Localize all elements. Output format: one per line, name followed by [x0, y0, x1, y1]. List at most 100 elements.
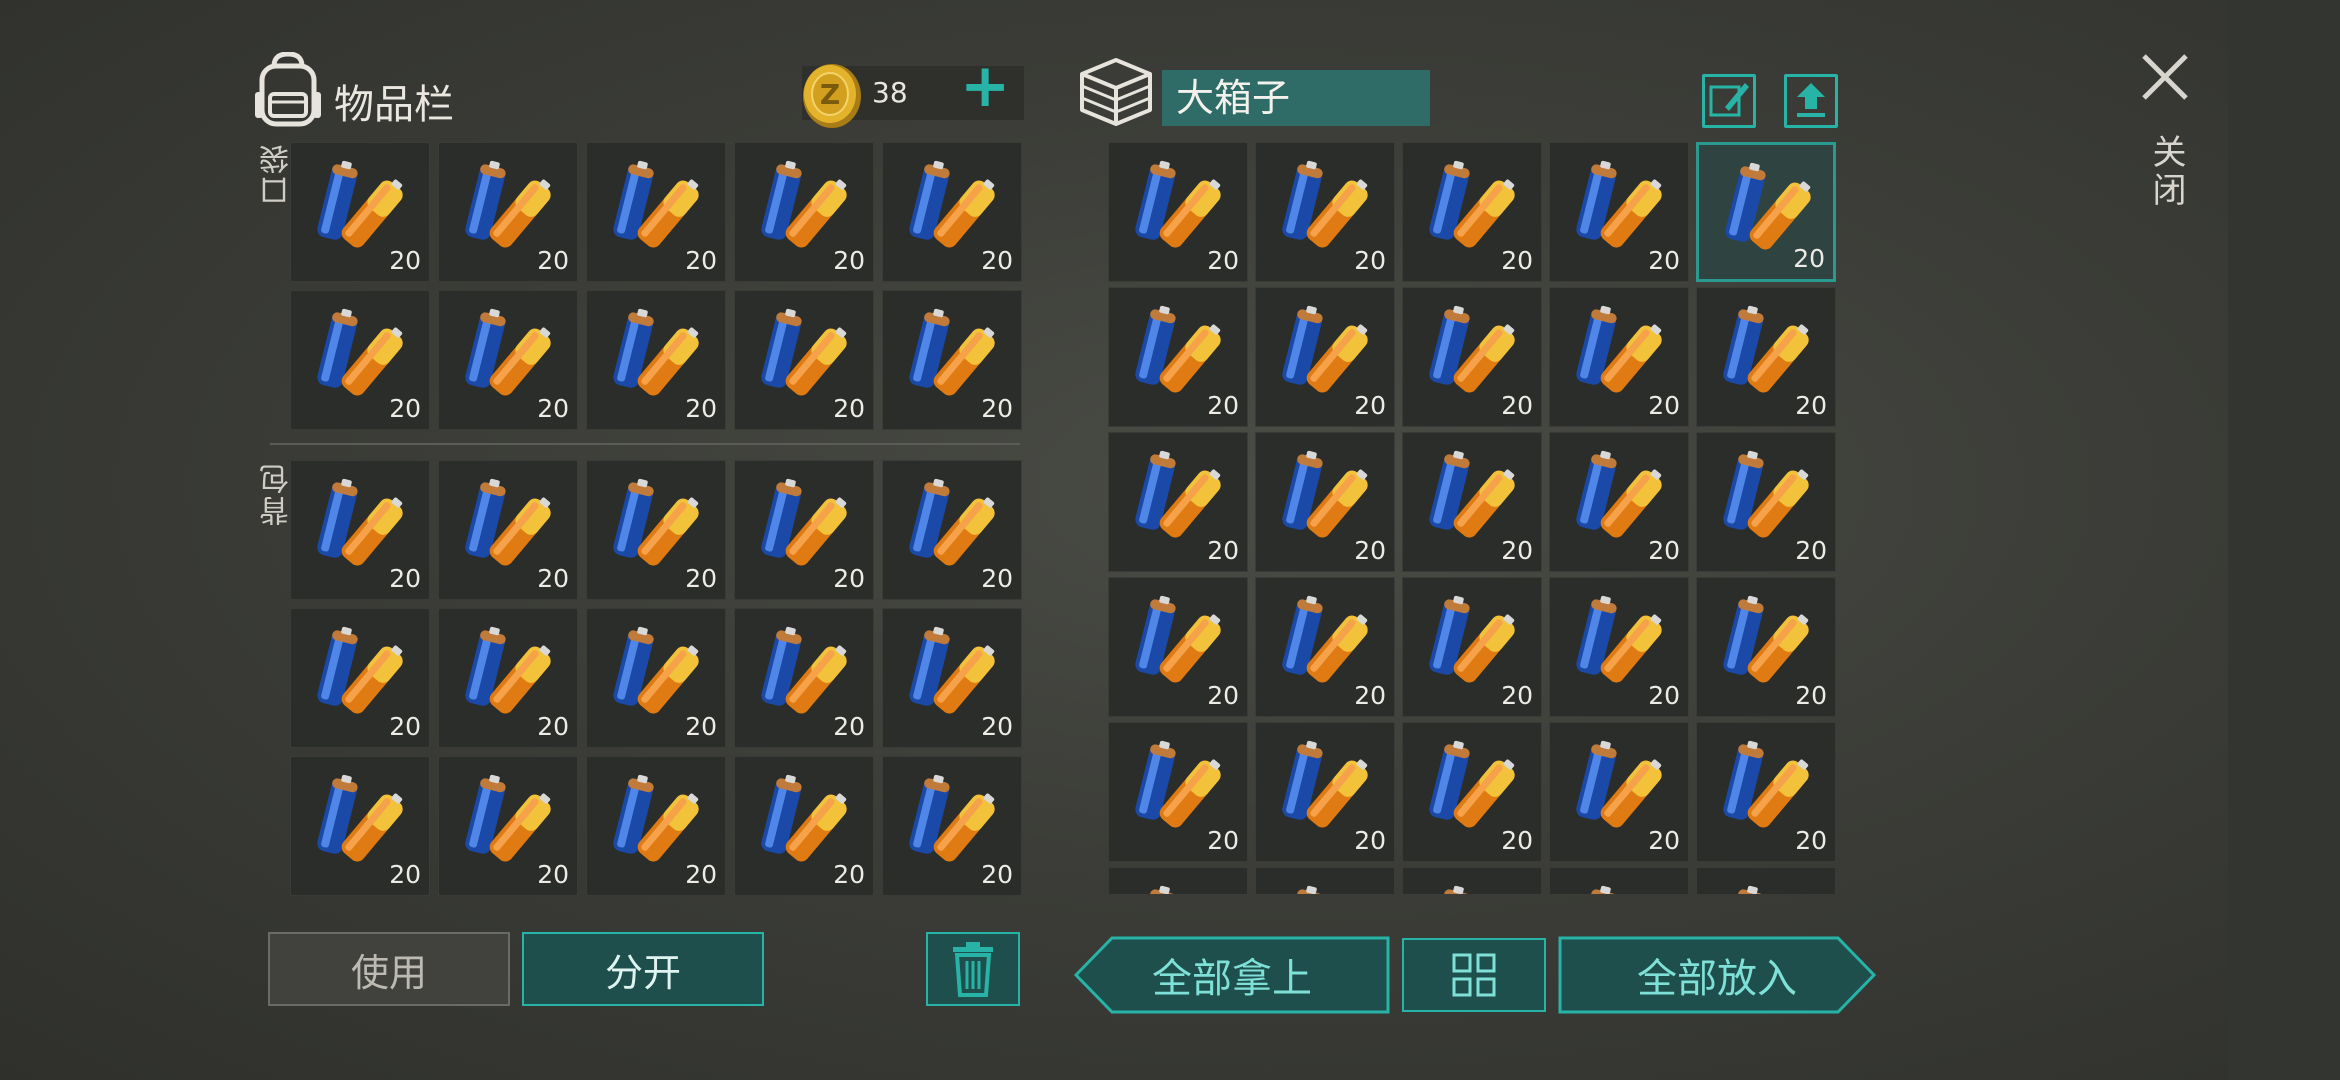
item-slot[interactable]: 20 [586, 460, 726, 600]
item-slot[interactable]: 20 [438, 142, 578, 282]
item-slot[interactable]: 20 [1255, 577, 1395, 717]
item-slot[interactable]: 20 [586, 290, 726, 430]
item-slot[interactable]: 20 [1402, 432, 1542, 572]
item-slot[interactable]: 20 [734, 142, 874, 282]
stack-count: 20 [685, 564, 717, 593]
item-slot[interactable]: 20 [734, 290, 874, 430]
stack-count: 20 [537, 394, 569, 423]
item-slot[interactable] [1549, 867, 1689, 894]
battery-item-icon [317, 626, 403, 714]
item-slot[interactable]: 20 [438, 608, 578, 748]
put-all-button[interactable]: 全部放入 [1558, 936, 1876, 1014]
stack-count: 20 [537, 712, 569, 741]
battery-item-icon [1429, 595, 1515, 683]
close-label[interactable]: 关闭 [2142, 134, 2191, 210]
close-icon[interactable] [2140, 52, 2190, 102]
stack-count: 20 [1501, 391, 1533, 420]
stack-count: 20 [537, 860, 569, 889]
container-name-field[interactable]: 大箱子 [1162, 70, 1430, 126]
trash-button[interactable] [926, 932, 1020, 1006]
battery-item-icon [909, 774, 995, 862]
item-slot[interactable] [1255, 867, 1395, 894]
item-slot[interactable]: 20 [882, 142, 1022, 282]
item-slot[interactable]: 20 [1108, 432, 1248, 572]
battery-item-icon [761, 160, 847, 248]
battery-item-icon [1723, 305, 1809, 393]
rename-button[interactable] [1702, 74, 1756, 128]
item-slot[interactable]: 20 [882, 290, 1022, 430]
item-slot[interactable]: 20 [1402, 142, 1542, 282]
item-slot[interactable]: 20 [1696, 432, 1836, 572]
item-slot[interactable]: 20 [290, 460, 430, 600]
stack-count: 20 [537, 564, 569, 593]
item-slot[interactable]: 20 [882, 756, 1022, 896]
item-slot[interactable]: 20 [290, 608, 430, 748]
item-slot[interactable]: 20 [438, 756, 578, 896]
battery-item-icon [613, 626, 699, 714]
item-slot[interactable]: 20 [290, 290, 430, 430]
item-slot[interactable]: 20 [1108, 287, 1248, 427]
take-all-button[interactable]: 全部拿上 [1074, 936, 1390, 1014]
item-slot[interactable]: 20 [1402, 722, 1542, 862]
stack-count: 20 [389, 860, 421, 889]
battery-item-icon [1135, 450, 1221, 538]
battery-item-icon [1576, 305, 1662, 393]
item-slot[interactable]: 20 [1255, 432, 1395, 572]
battery-item-icon [909, 478, 995, 566]
item-slot[interactable]: 20 [1255, 142, 1395, 282]
item-slot[interactable]: 20 [734, 608, 874, 748]
stack-count: 20 [1354, 681, 1386, 710]
item-slot[interactable]: 20 [1402, 287, 1542, 427]
battery-item-icon [1576, 160, 1662, 248]
item-slot[interactable]: 20 [734, 460, 874, 600]
item-slot[interactable]: 20 [1696, 287, 1836, 427]
item-slot[interactable]: 20 [1696, 142, 1836, 282]
stack-count: 20 [685, 860, 717, 889]
side-panel-band [2228, 0, 2340, 1080]
item-slot[interactable] [1108, 867, 1248, 894]
upload-button[interactable] [1784, 74, 1838, 128]
item-slot[interactable]: 20 [1108, 577, 1248, 717]
item-slot[interactable]: 20 [1549, 577, 1689, 717]
item-slot[interactable]: 20 [1696, 722, 1836, 862]
item-slot[interactable]: 20 [290, 142, 430, 282]
item-slot[interactable]: 20 [586, 142, 726, 282]
item-slot[interactable]: 20 [1108, 722, 1248, 862]
stack-count: 20 [1648, 681, 1680, 710]
item-slot[interactable]: 20 [1549, 287, 1689, 427]
battery-item-icon [909, 308, 995, 396]
item-slot[interactable]: 20 [1696, 577, 1836, 717]
item-slot[interactable]: 20 [882, 608, 1022, 748]
item-slot[interactable]: 20 [1255, 287, 1395, 427]
sort-button[interactable] [1402, 938, 1546, 1012]
item-slot[interactable]: 20 [438, 460, 578, 600]
item-slot[interactable] [1402, 867, 1542, 894]
item-slot[interactable]: 20 [1108, 142, 1248, 282]
stack-count: 20 [833, 394, 865, 423]
item-slot[interactable]: 20 [586, 756, 726, 896]
battery-item-icon [1723, 740, 1809, 828]
stack-count: 20 [1501, 536, 1533, 565]
item-slot[interactable]: 20 [1402, 577, 1542, 717]
add-coins-button[interactable]: + [960, 56, 1010, 116]
stack-count: 20 [537, 246, 569, 275]
item-slot[interactable]: 20 [882, 460, 1022, 600]
item-slot[interactable]: 20 [438, 290, 578, 430]
item-slot[interactable]: 20 [586, 608, 726, 748]
item-slot[interactable]: 20 [734, 756, 874, 896]
battery-item-icon [1723, 595, 1809, 683]
item-slot[interactable]: 20 [1255, 722, 1395, 862]
item-slot[interactable]: 20 [1549, 722, 1689, 862]
split-button[interactable]: 分开 [522, 932, 764, 1006]
item-slot[interactable]: 20 [290, 756, 430, 896]
battery-item-icon [317, 774, 403, 862]
item-slot[interactable]: 20 [1549, 142, 1689, 282]
stack-count: 20 [1648, 391, 1680, 420]
battery-item-icon [1282, 740, 1368, 828]
use-button[interactable]: 使用 [268, 932, 510, 1006]
battery-item-icon [761, 626, 847, 714]
stack-count: 20 [685, 712, 717, 741]
item-slot[interactable] [1696, 867, 1836, 894]
stack-count: 20 [1501, 681, 1533, 710]
item-slot[interactable]: 20 [1549, 432, 1689, 572]
